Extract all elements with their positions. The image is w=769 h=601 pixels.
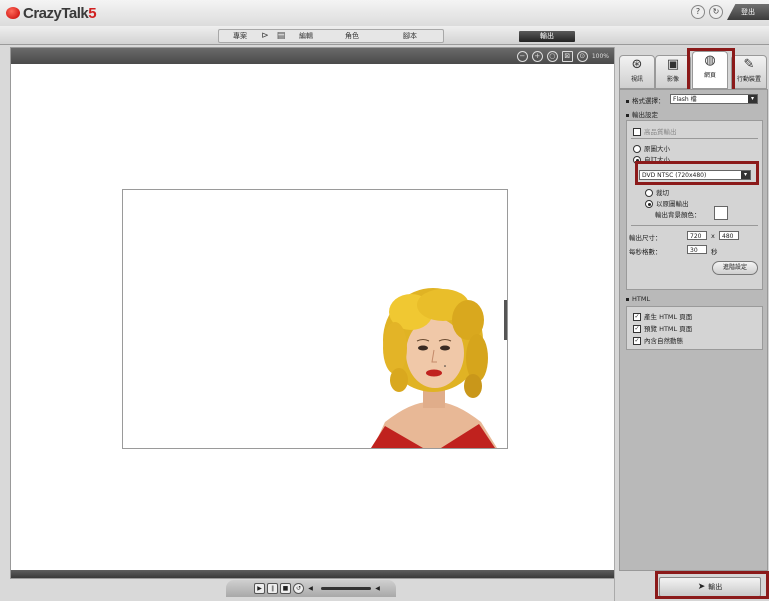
html-opt-preview-label: 預覽 HTML 頁面	[644, 325, 693, 333]
tab-mobile[interactable]: ✎ 行動裝置	[731, 55, 767, 89]
menu-cluster: 專案 ⊳ ▤ 編輯 角色 腳本	[218, 29, 444, 43]
html-opt-idle-label: 內含自然動態	[644, 337, 683, 345]
window-controls: ? ↻ 登出	[691, 2, 769, 22]
playback-bar: ▶ ∥ ■ ↺ ◀ ◀	[226, 580, 396, 597]
image-icon: ▣	[666, 57, 680, 72]
volume-icon: ◀	[308, 585, 313, 592]
format-select[interactable]: Flash 檔 ▾	[670, 94, 758, 104]
hd-row: 高品質輸出	[633, 126, 677, 136]
format-value: Flash 檔	[673, 96, 697, 103]
output-settings-box: 高品質輸出 原圖大小 自訂大小 DVD NTSC (720x480) ▾ 裁切 以…	[626, 120, 763, 290]
radio-crop-row[interactable]: 裁切	[645, 187, 669, 197]
volume-max-icon: ◀	[375, 585, 380, 592]
brand-num: 5	[88, 4, 97, 22]
user-logout-button[interactable]: 登出	[727, 4, 769, 20]
character-figure	[371, 288, 507, 448]
tab-mobile-label: 行動裝置	[736, 76, 761, 83]
brand-main: CrazyTalk	[23, 4, 89, 22]
bg-color-label: 輸出背景顏色：	[655, 211, 701, 219]
menu-edit[interactable]: 編輯	[289, 30, 323, 42]
menu-project[interactable]: 專案	[223, 30, 257, 42]
highlight-web-tab	[687, 48, 735, 92]
stage-toolbar: − + ○ ⊠ ⊙ 100%	[11, 48, 615, 64]
preview-canvas[interactable]	[122, 189, 508, 449]
help-button[interactable]: ?	[691, 5, 705, 19]
width-input[interactable]: 720	[687, 231, 707, 240]
loop-icon[interactable]: ↺	[293, 583, 304, 594]
output-settings-row: 輸出設定	[626, 109, 658, 119]
app-logo: CrazyTalk5	[6, 4, 97, 22]
hd-checkbox[interactable]	[633, 128, 641, 136]
reset-view-icon[interactable]: ○	[546, 50, 558, 62]
html-opt-generate-label: 產生 HTML 頁面	[644, 313, 693, 321]
output-settings-label: 輸出設定	[632, 111, 658, 119]
menu-script[interactable]: 腳本	[381, 30, 439, 42]
hd-label: 高品質輸出	[644, 128, 677, 136]
size-x-sep: x	[711, 232, 715, 240]
save-disk-icon[interactable]: ▤	[276, 31, 286, 41]
zoom-in-icon[interactable]: +	[531, 50, 543, 62]
open-folder-icon[interactable]: ⊳	[260, 31, 270, 41]
checkbox-preview-html[interactable]: ✓	[633, 325, 641, 333]
radio-original-label: 原圖大小	[644, 145, 670, 153]
radio-original-row[interactable]: 原圖大小	[633, 143, 670, 153]
volume-slider[interactable]	[321, 587, 371, 590]
play-icon[interactable]: ▶	[254, 583, 265, 594]
radio-crop-label: 裁切	[656, 189, 669, 197]
tab-video-label: 視訊	[630, 76, 643, 83]
zoom-tools: − + ○ ⊠ ⊙ 100%	[516, 50, 609, 62]
height-input[interactable]: 480	[719, 231, 739, 240]
html-opt-preview[interactable]: ✓ 預覽 HTML 頁面	[633, 323, 692, 333]
update-icon[interactable]: ↻	[709, 5, 723, 19]
format-row: 格式選擇：	[626, 95, 665, 105]
bg-color-swatch[interactable]	[714, 206, 728, 220]
tab-image-label: 影像	[666, 76, 679, 83]
html-section-row: HTML	[626, 295, 650, 303]
fps-input[interactable]: 30	[687, 245, 707, 254]
fit-screen-icon[interactable]: ⊠	[561, 50, 573, 62]
checkbox-generate-html[interactable]: ✓	[633, 313, 641, 321]
fps-unit: 秒	[711, 248, 718, 256]
panel-body: 格式選擇： Flash 檔 ▾ 輸出設定 高品質輸出 原圖大小 自訂大小 DVD …	[619, 89, 768, 571]
tab-image[interactable]: ▣ 影像	[655, 55, 691, 89]
html-section-label: HTML	[632, 295, 651, 303]
radio-original[interactable]	[633, 145, 641, 153]
radio-crop[interactable]	[645, 189, 653, 197]
panel-tabs: ⊛ 視訊 ▣ 影像 ◍ 網頁 ✎ 行動裝置	[619, 48, 769, 92]
timeline-bar[interactable]	[11, 570, 615, 578]
pause-icon[interactable]: ∥	[267, 583, 278, 594]
menu-bar: 專案 ⊳ ▤ 編輯 角色 腳本	[0, 26, 769, 45]
logo-ball-icon	[6, 7, 20, 19]
checkbox-idle-motion[interactable]: ✓	[633, 337, 641, 345]
radio-fit[interactable]	[645, 200, 653, 208]
tab-video[interactable]: ⊛ 視訊	[619, 55, 655, 89]
html-options-box: ✓ 產生 HTML 頁面 ✓ 預覽 HTML 頁面 ✓ 內含自然動態	[626, 306, 763, 350]
film-reel-icon: ⊛	[631, 57, 643, 72]
zoom-out-icon[interactable]: −	[516, 50, 528, 62]
fps-label: 每秒格數：	[629, 248, 662, 256]
output-size-label: 輸出尺寸：	[629, 234, 662, 242]
highlight-export-button	[655, 571, 769, 599]
app-brand: CrazyTalk5	[23, 4, 97, 22]
radio-fit-row[interactable]: 以原圖輸出	[645, 198, 689, 208]
chevron-down-icon: ▾	[748, 95, 757, 103]
playback-controls: ▶ ∥ ■ ↺ ◀ ◀	[254, 583, 382, 594]
radio-fit-label: 以原圖輸出	[656, 200, 689, 208]
pan-icon[interactable]: ⊙	[576, 50, 588, 62]
zoom-level: 100%	[591, 52, 609, 60]
html-opt-idle[interactable]: ✓ 內含自然動態	[633, 335, 683, 345]
menu-export[interactable]: 輸出	[519, 31, 575, 42]
mobile-device-icon: ✎	[743, 57, 755, 72]
stage-area: − + ○ ⊠ ⊙ 100%	[10, 47, 616, 579]
export-panel: ⊛ 視訊 ▣ 影像 ◍ 網頁 ✎ 行動裝置 格式選擇： Flash 檔 ▾ 輸出設…	[614, 47, 769, 601]
html-opt-generate[interactable]: ✓ 產生 HTML 頁面	[633, 311, 692, 321]
stop-icon[interactable]: ■	[280, 583, 291, 594]
menu-character[interactable]: 角色	[323, 30, 381, 42]
highlight-size-preset	[635, 161, 759, 185]
advanced-settings-button[interactable]: 進階設定	[712, 261, 758, 275]
title-bar: CrazyTalk5 ? ↻ 登出	[0, 0, 769, 27]
format-label: 格式選擇：	[632, 97, 665, 105]
